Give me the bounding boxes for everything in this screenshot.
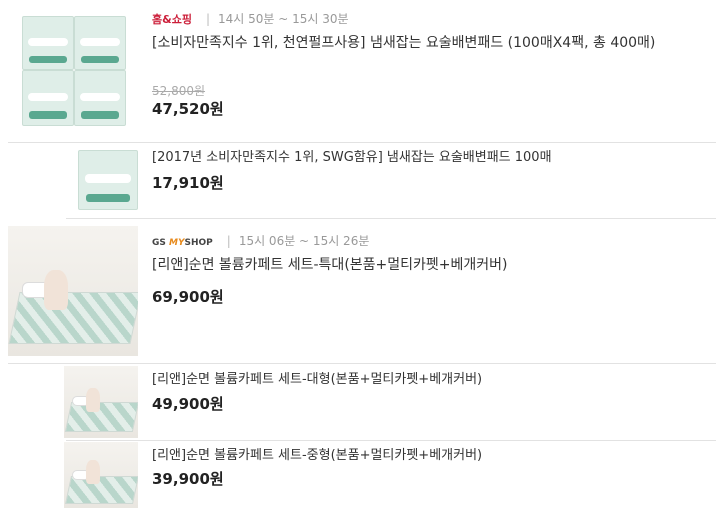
channel-logo[interactable]: GS MYSHOP bbox=[152, 238, 213, 248]
product-price: 17,910원 bbox=[152, 174, 224, 192]
channel-logo[interactable]: 홈&쇼핑 bbox=[152, 13, 192, 26]
logo-shop-text: SHOP bbox=[184, 238, 213, 248]
product-image[interactable] bbox=[64, 442, 138, 508]
broadcast-info: 홈&쇼핑 | 14시 50분 ~ 15시 30분 bbox=[152, 10, 349, 27]
product-list: 홈&쇼핑 | 14시 50분 ~ 15시 30분 [소비자만족지수 1위, 천연펄프… bbox=[0, 0, 718, 508]
product-title[interactable]: [리앤]순면 볼륨카페트 세트-중형(본품+멀티카펫+베개커버) bbox=[152, 446, 708, 465]
divider bbox=[66, 218, 716, 219]
product-price: 39,900원 bbox=[152, 470, 224, 488]
product-title[interactable]: [소비자만족지수 1위, 천연펄프사용] 냄새잡는 요술배변패드 (100매X4… bbox=[152, 33, 708, 53]
logo-gs-text: GS bbox=[152, 238, 166, 248]
product-image[interactable] bbox=[64, 366, 138, 438]
product-title[interactable]: [2017년 소비자만족지수 1위, SWG함유] 냄새잡는 요술배변패드 10… bbox=[152, 148, 708, 167]
logo-my-text: MY bbox=[169, 238, 185, 248]
broadcast-time: 15시 06분 ~ 15시 26분 bbox=[238, 234, 370, 248]
divider bbox=[8, 363, 716, 364]
broadcast-info: GS MYSHOP | 15시 06분 ~ 15시 26분 bbox=[152, 232, 369, 249]
product-price: 47,520원 bbox=[152, 100, 224, 118]
broadcast-time: 14시 50분 ~ 15시 30분 bbox=[218, 12, 349, 26]
product-price: 49,900원 bbox=[152, 395, 224, 413]
product-image[interactable] bbox=[20, 10, 126, 128]
original-price: 52,800원 bbox=[152, 84, 206, 98]
product-title[interactable]: [리앤]순면 볼륨카페트 세트-대형(본품+멀티카펫+베개커버) bbox=[152, 370, 708, 389]
product-price: 69,900원 bbox=[152, 288, 224, 306]
separator: | bbox=[205, 12, 210, 26]
divider bbox=[66, 440, 716, 441]
product-image[interactable] bbox=[76, 146, 138, 212]
divider bbox=[8, 142, 716, 143]
separator: | bbox=[226, 234, 231, 248]
product-image[interactable] bbox=[8, 226, 138, 356]
product-title[interactable]: [리앤]순면 볼륨카페트 세트-특대(본품+멀티카펫+베개커버) bbox=[152, 255, 708, 275]
